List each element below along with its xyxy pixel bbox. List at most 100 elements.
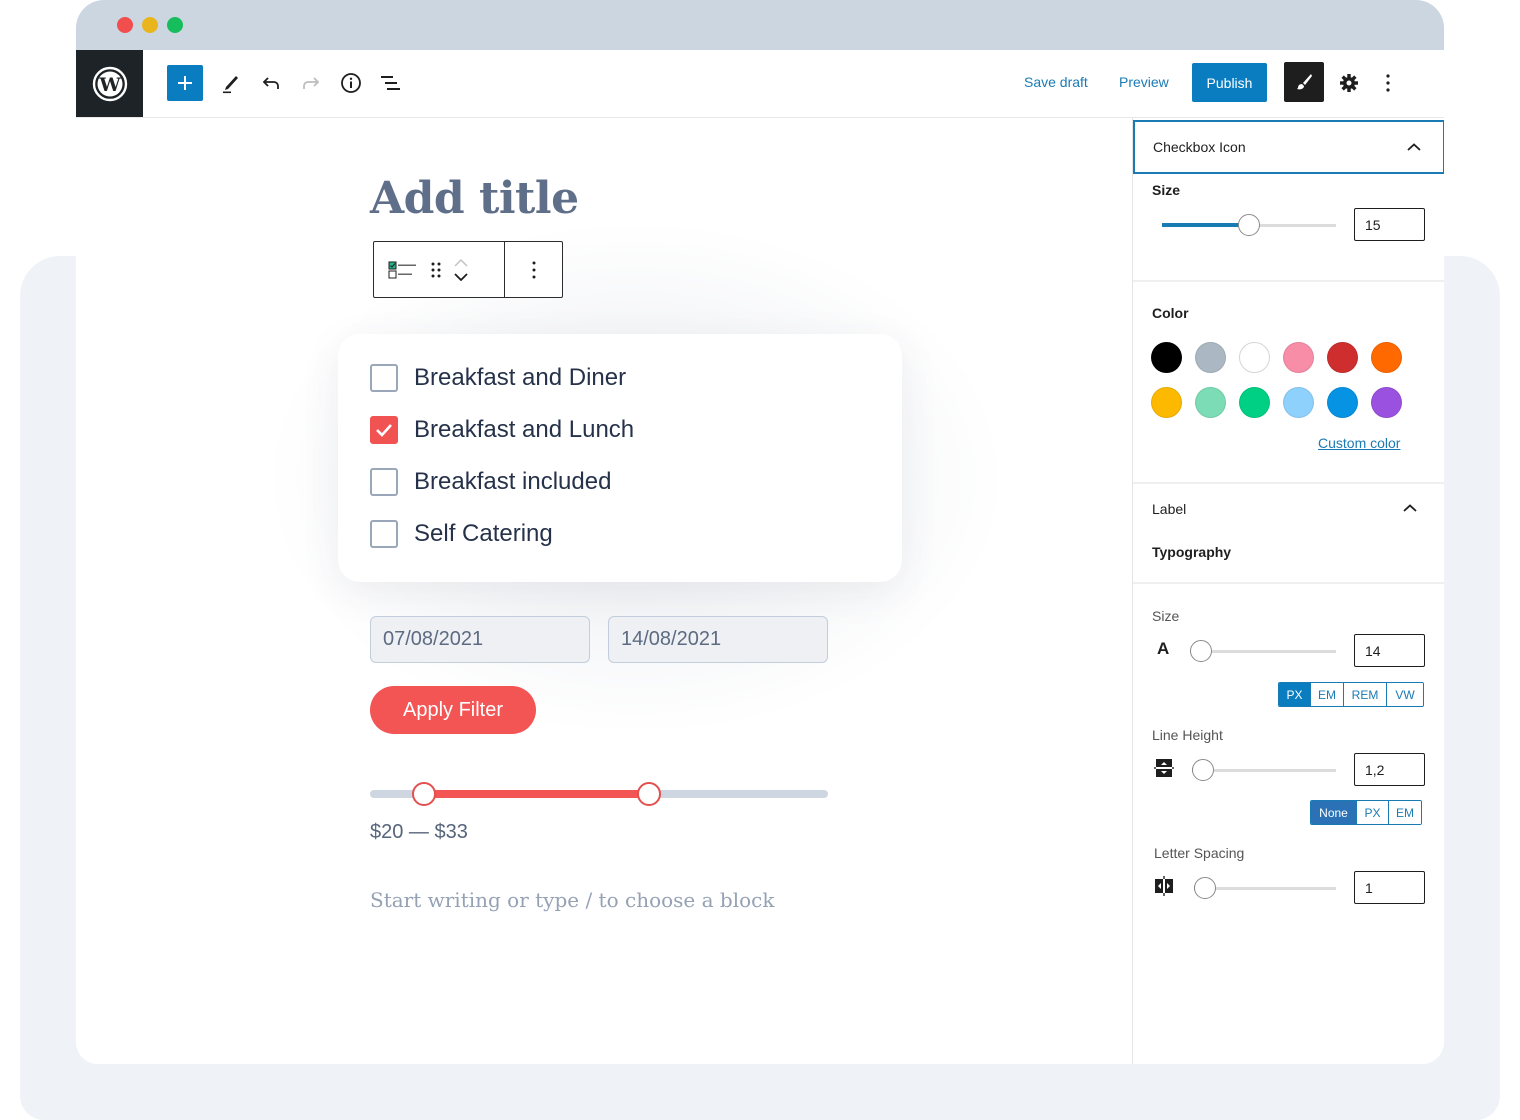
checkbox-checked[interactable] [370,416,398,444]
block-type-button[interactable] [388,261,418,279]
line-height-input[interactable] [1354,753,1425,786]
font-size-input[interactable] [1354,634,1425,667]
line-height-icon [1153,757,1175,779]
redo-button[interactable] [293,65,329,101]
color-swatch[interactable] [1371,387,1402,418]
divider [1133,482,1444,484]
settings-button[interactable] [1331,65,1367,101]
label-panel-toggle[interactable]: Label [1133,494,1444,524]
checkbox-label: Breakfast and Diner [414,364,627,391]
chevron-up-icon [1407,143,1421,151]
color-swatch[interactable] [1239,342,1270,373]
price-range-label: $20 — $33 [370,821,468,843]
chevron-up-icon [1403,504,1417,512]
icon-size-input[interactable] [1354,208,1425,241]
custom-color-link[interactable]: Custom color [1318,435,1400,451]
info-icon [341,73,361,93]
line-height-slider[interactable] [1192,758,1336,782]
date-from-input[interactable] [370,616,590,663]
unit-px-button[interactable]: PX [1279,683,1311,706]
unit-em-button[interactable]: EM [1311,683,1344,706]
checkbox[interactable] [370,468,398,496]
undo-button[interactable] [253,65,289,101]
font-size-slider[interactable] [1190,639,1336,663]
font-size-unit-selector: PX EM REM VW [1278,682,1424,707]
publish-button[interactable]: Publish [1192,63,1267,102]
list-view-button[interactable] [373,65,409,101]
color-swatch[interactable] [1195,342,1226,373]
window-titlebar [76,0,1444,50]
letter-spacing-input[interactable] [1354,871,1425,904]
checkbox-option[interactable]: Self Catering [370,520,553,548]
list-view-icon [381,76,400,90]
wordpress-logo-button[interactable]: W [76,50,143,117]
editor-canvas: Add title Breakfast and Diner Breakfast … [76,118,1132,1064]
pencil-icon [223,76,238,94]
checkbox-option[interactable]: Breakfast and Lunch [370,416,634,444]
unit-em-button[interactable]: EM [1389,801,1421,824]
checkbox-option[interactable]: Breakfast included [370,468,611,496]
unit-none-button[interactable]: None [1311,801,1357,824]
date-to-input[interactable] [608,616,828,663]
checkbox-label: Breakfast included [414,468,612,495]
redo-icon [303,77,320,89]
checkbox-option[interactable]: Breakfast and Diner [370,364,626,392]
color-swatch[interactable] [1151,342,1182,373]
styles-button[interactable] [1284,62,1324,102]
slider-thumb[interactable] [1194,877,1216,899]
color-swatch[interactable] [1283,342,1314,373]
color-swatch[interactable] [1327,387,1358,418]
block-options-button[interactable] [505,242,562,297]
range-selected-fill [423,790,650,798]
more-vertical-icon [1386,74,1390,92]
color-swatch[interactable] [1327,342,1358,373]
color-swatch[interactable] [1283,387,1314,418]
color-swatch[interactable] [1151,387,1182,418]
line-height-label: Line Height [1152,727,1223,743]
post-title-input[interactable]: Add title [370,173,579,224]
save-draft-button[interactable]: Save draft [1024,74,1088,90]
checkbox-label: Self Catering [414,520,553,547]
unit-rem-button[interactable]: REM [1344,683,1387,706]
divider [1133,280,1444,282]
move-down-icon[interactable] [454,272,468,281]
letter-spacing-slider[interactable] [1194,876,1336,900]
color-swatch[interactable] [1195,387,1226,418]
plus-icon [178,76,192,90]
gear-icon [1340,74,1358,92]
checkbox[interactable] [370,364,398,392]
drag-handle[interactable] [430,261,442,279]
add-block-button[interactable] [167,65,203,101]
move-up-icon[interactable] [454,258,468,267]
slider-thumb[interactable] [1190,640,1212,662]
brush-icon [1297,74,1312,90]
slider-thumb[interactable] [1192,759,1214,781]
color-label: Color [1152,305,1189,321]
checkmark-icon [376,424,392,437]
unit-px-button[interactable]: PX [1357,801,1389,824]
close-window-button[interactable] [117,17,133,33]
panel-title: Label [1152,501,1187,517]
drag-handle-icon [431,262,441,277]
maximize-window-button[interactable] [167,17,183,33]
checkbox[interactable] [370,520,398,548]
unit-vw-button[interactable]: VW [1387,683,1423,706]
price-range-slider[interactable] [370,782,828,806]
range-max-handle[interactable] [637,782,662,806]
icon-size-slider[interactable] [1162,213,1336,237]
range-min-handle[interactable] [411,782,436,806]
wordpress-logo-icon: W [92,66,127,101]
details-button[interactable] [333,65,369,101]
color-swatch[interactable] [1239,387,1270,418]
preview-button[interactable]: Preview [1119,74,1169,90]
color-swatch[interactable] [1371,342,1402,373]
tools-button[interactable] [213,65,249,101]
browser-window: W Save draft Preview Publish Add title B… [76,0,1444,1064]
block-appender-placeholder[interactable]: Start writing or type / to choose a bloc… [370,888,774,912]
slider-thumb[interactable] [1238,214,1260,236]
apply-filter-button[interactable]: Apply Filter [370,686,536,734]
options-button[interactable] [1370,65,1406,101]
editor-top-toolbar: W Save draft Preview Publish [76,50,1444,118]
minimize-window-button[interactable] [142,17,158,33]
checkbox-icon-panel-toggle[interactable]: Checkbox Icon [1133,120,1444,174]
